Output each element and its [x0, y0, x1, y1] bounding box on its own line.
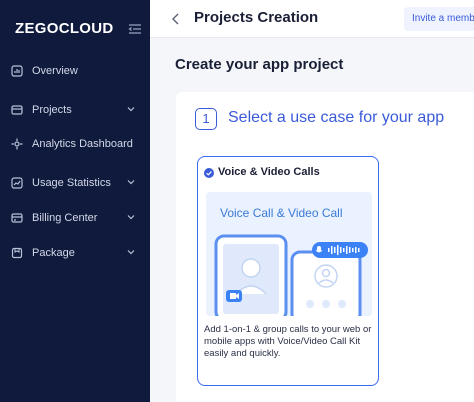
billing-icon: [10, 211, 24, 225]
chevron-down-icon: [127, 215, 135, 220]
chevron-down-icon: [127, 180, 135, 185]
sidebar-item-projects[interactable]: Projects: [0, 96, 150, 124]
section-heading: Create your app project: [175, 56, 344, 73]
top-header: Projects Creation Invite a membe: [150, 0, 474, 38]
invite-member-button[interactable]: Invite a membe: [404, 7, 474, 31]
collapse-sidebar-icon[interactable]: [128, 22, 142, 36]
sidebar-item-label: Analytics Dashboard: [32, 138, 133, 150]
step-number-badge: 1: [195, 108, 217, 130]
package-icon: [10, 246, 24, 260]
selected-check-icon: [204, 168, 214, 178]
back-chevron-icon[interactable]: [170, 12, 182, 26]
sidebar-item-label: Overview: [32, 65, 78, 77]
projects-icon: [10, 103, 24, 117]
card-description: Add 1-on-1 & group calls to your web or …: [204, 324, 372, 359]
sidebar-item-overview[interactable]: Overview: [0, 57, 150, 85]
sidebar-item-analytics-dashboard[interactable]: Analytics Dashboard: [0, 130, 150, 158]
voice-video-illustration: Voice Call & Video Call: [206, 192, 372, 316]
sidebar-item-label: Projects: [32, 104, 72, 116]
sidebar-item-label: Billing Center: [32, 212, 98, 224]
usage-statistics-icon: [10, 176, 24, 190]
sidebar: ZEGOCLOUD Overview Projects Analytics Da…: [0, 0, 150, 402]
analytics-icon: [10, 137, 24, 151]
phones-illustration: [214, 234, 368, 316]
sidebar-item-package[interactable]: Package: [0, 239, 150, 267]
page-title: Projects Creation: [194, 9, 319, 26]
sidebar-item-usage-statistics[interactable]: Usage Statistics: [0, 169, 150, 197]
sidebar-item-label: Package: [32, 247, 75, 259]
card-title: Voice & Video Calls: [218, 166, 320, 178]
zegocloud-logo: ZEGOCLOUD: [15, 20, 114, 37]
step-title: Select a use case for your app: [228, 109, 445, 126]
chevron-down-icon: [127, 250, 135, 255]
chevron-down-icon: [127, 107, 135, 112]
sidebar-item-billing-center[interactable]: Billing Center: [0, 204, 150, 232]
sidebar-item-label: Usage Statistics: [32, 177, 111, 189]
overview-icon: [10, 64, 24, 78]
